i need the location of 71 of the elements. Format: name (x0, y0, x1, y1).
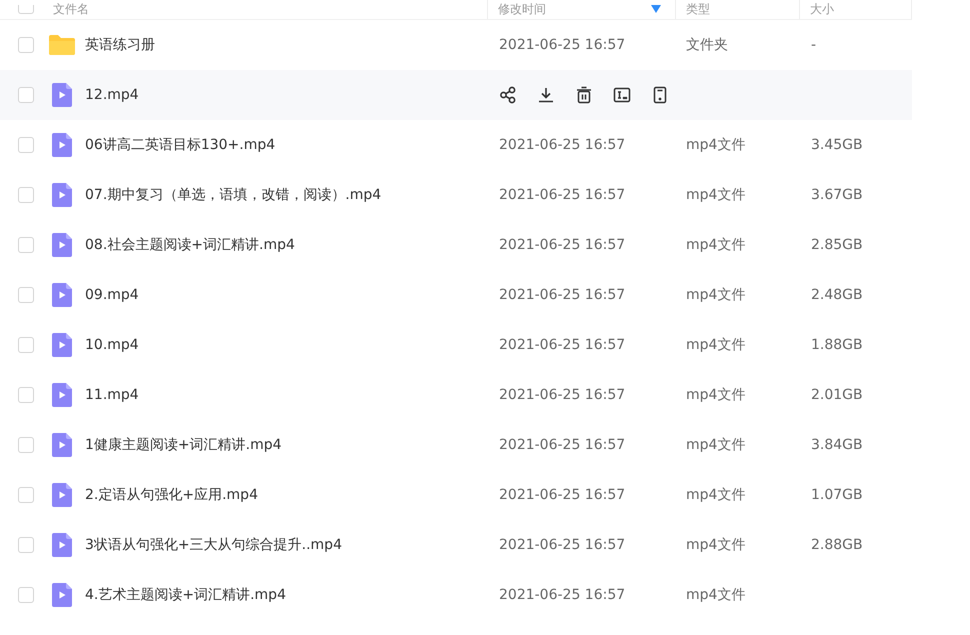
row-checkbox[interactable] (18, 37, 34, 53)
video-file-icon (52, 283, 72, 307)
row-checkbox[interactable] (18, 387, 34, 403)
file-size: 2.85GB (811, 237, 863, 253)
file-row[interactable]: 12.mp4 (0, 70, 912, 120)
file-type: 文件夹 (686, 37, 728, 53)
file-name[interactable]: 2.定语从句强化+应用.mp4 (85, 487, 258, 503)
file-name[interactable]: 12.mp4 (85, 87, 139, 103)
row-checkbox[interactable] (18, 337, 34, 353)
modified-date: 2021-06-25 16:57 (499, 187, 626, 203)
video-file-icon (52, 233, 72, 257)
modified-date: 2021-06-25 16:57 (499, 387, 626, 403)
file-size: 2.88GB (811, 537, 863, 553)
file-size: 2.01GB (811, 387, 863, 403)
file-size: 3.84GB (811, 437, 863, 453)
row-checkbox[interactable] (18, 487, 34, 503)
file-size: 2.48GB (811, 287, 863, 303)
modified-date: 2021-06-25 16:57 (499, 287, 626, 303)
select-all-checkbox[interactable] (18, 5, 34, 14)
video-file-icon (52, 133, 72, 157)
file-type: mp4文件 (686, 237, 746, 253)
modified-date: 2021-06-25 16:57 (499, 137, 626, 153)
file-size: 1.88GB (811, 337, 863, 353)
modified-date: 2021-06-25 16:57 (499, 37, 626, 53)
file-name[interactable]: 1健康主题阅读+词汇精讲.mp4 (85, 437, 282, 453)
video-file-icon (52, 383, 72, 407)
modified-date: 2021-06-25 16:57 (499, 237, 626, 253)
sort-icon[interactable] (651, 5, 661, 13)
file-name[interactable]: 10.mp4 (85, 337, 139, 353)
file-name[interactable]: 11.mp4 (85, 387, 139, 403)
file-type: mp4文件 (686, 587, 746, 603)
file-type: mp4文件 (686, 387, 746, 403)
file-size: 3.67GB (811, 187, 863, 203)
video-file-icon (52, 433, 72, 457)
video-file-icon (52, 483, 72, 507)
row-checkbox[interactable] (18, 437, 34, 453)
row-checkbox[interactable] (18, 537, 34, 553)
file-type: mp4文件 (686, 137, 746, 153)
row-checkbox[interactable] (18, 137, 34, 153)
row-checkbox[interactable] (18, 587, 34, 603)
video-file-icon (52, 583, 72, 607)
file-name[interactable]: 09.mp4 (85, 287, 139, 303)
video-file-icon (52, 533, 72, 557)
row-checkbox[interactable] (18, 187, 34, 203)
file-type: mp4文件 (686, 437, 746, 453)
file-name[interactable]: 07.期中复习（单选，语填，改错，阅读）.mp4 (85, 187, 382, 203)
modified-date: 2021-06-25 16:57 (499, 537, 626, 553)
row-checkbox[interactable] (18, 237, 34, 253)
modified-date: 2021-06-25 16:57 (499, 487, 626, 503)
file-name[interactable]: 08.社会主题阅读+词汇精讲.mp4 (85, 237, 295, 253)
row-checkbox[interactable] (18, 287, 34, 303)
modified-date: 2021-06-25 16:57 (499, 337, 626, 353)
video-file-icon (52, 333, 72, 357)
file-size: - (811, 37, 816, 53)
video-file-icon (52, 183, 72, 207)
file-type: mp4文件 (686, 287, 746, 303)
file-type: mp4文件 (686, 337, 746, 353)
modified-date: 2021-06-25 16:57 (499, 437, 626, 453)
file-type: mp4文件 (686, 187, 746, 203)
file-name[interactable]: 英语练习册 (85, 37, 155, 53)
row-checkbox[interactable] (18, 87, 34, 103)
video-file-icon (52, 83, 72, 107)
folder-icon (48, 35, 74, 55)
modified-date: 2021-06-25 16:57 (499, 587, 626, 603)
file-size: 1.07GB (811, 487, 863, 503)
file-name[interactable]: 4.艺术主题阅读+词汇精讲.mp4 (85, 587, 286, 603)
file-name[interactable]: 3状语从句强化+三大从句综合提升..mp4 (85, 537, 342, 553)
file-name[interactable]: 06讲高二英语目标130+.mp4 (85, 137, 276, 153)
file-type: mp4文件 (686, 487, 746, 503)
file-size: 3.45GB (811, 137, 863, 153)
file-type: mp4文件 (686, 537, 746, 553)
